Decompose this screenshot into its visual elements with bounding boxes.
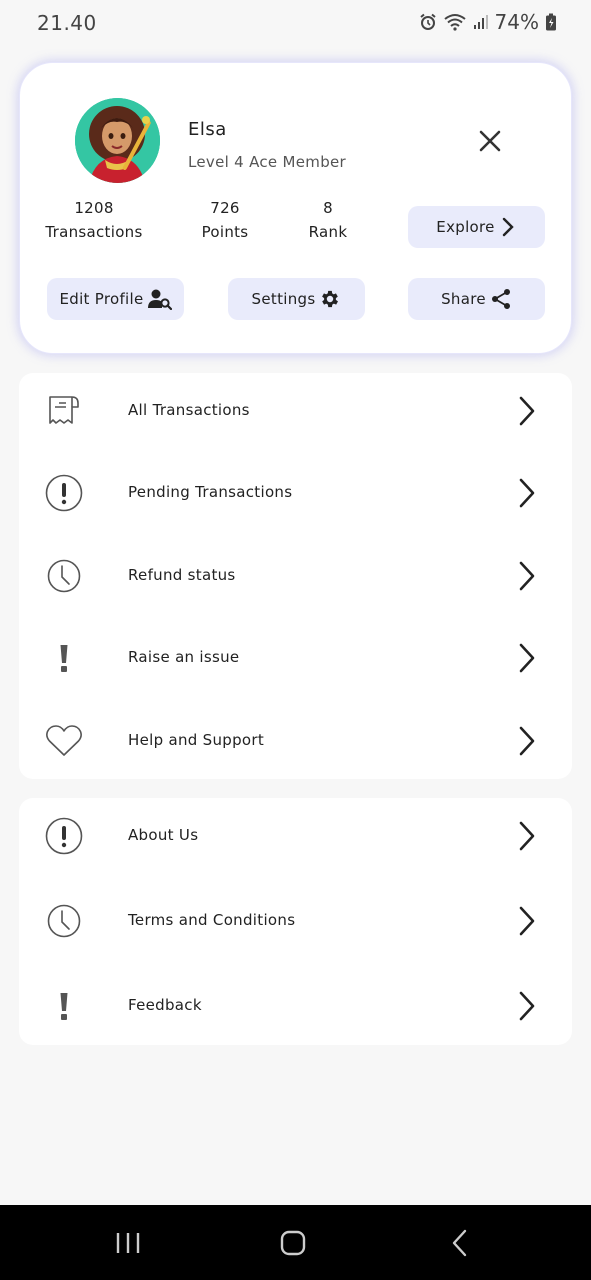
edit-profile-label: Edit Profile	[59, 290, 144, 308]
menu-item-feedback[interactable]: Feedback	[19, 970, 572, 1040]
recent-apps-icon	[116, 1233, 140, 1253]
stat-value: 8	[323, 199, 333, 217]
status-bar: 21.40 74%	[0, 0, 591, 48]
alarm-icon	[419, 13, 437, 31]
stat-transactions: 1208 Transactions	[42, 199, 146, 241]
menu-secondary: About Us Terms and Conditions Feedback	[19, 798, 572, 1045]
explore-label: Explore	[436, 218, 495, 236]
chevron-right-icon	[515, 819, 539, 853]
back-icon	[452, 1229, 467, 1257]
menu-item-label: Pending Transactions	[128, 483, 293, 501]
alert-circle-icon	[45, 817, 83, 855]
chevron-right-icon	[515, 904, 539, 938]
stat-label: Transactions	[45, 223, 143, 241]
close-icon	[479, 130, 501, 152]
menu-item-label: Feedback	[128, 996, 202, 1014]
exclamation-icon	[45, 987, 83, 1025]
clock-icon	[45, 902, 83, 940]
menu-item-refund-status[interactable]: Refund status	[19, 540, 572, 610]
explore-button[interactable]: Explore	[408, 206, 545, 248]
stat-value: 726	[210, 199, 240, 217]
menu-item-label: Refund status	[128, 566, 236, 584]
menu-item-pending-transactions[interactable]: Pending Transactions	[19, 457, 572, 527]
stat-points: 726 Points	[190, 199, 260, 241]
system-nav-bar	[0, 1205, 591, 1280]
chevron-right-icon	[515, 989, 539, 1023]
back-button[interactable]	[440, 1225, 480, 1261]
exclamation-icon	[45, 639, 83, 677]
stat-label: Points	[201, 223, 249, 241]
battery-icon	[545, 13, 557, 31]
edit-profile-button[interactable]: Edit Profile	[47, 278, 184, 320]
status-time: 21.40	[37, 11, 97, 35]
profile-card: Elsa Level 4 Ace Member 1208 Transaction…	[19, 62, 572, 354]
menu-item-help-support[interactable]: Help and Support	[19, 705, 572, 775]
chevron-right-icon	[515, 641, 539, 675]
recent-apps-button[interactable]	[108, 1225, 148, 1261]
user-name: Elsa	[188, 119, 227, 140]
menu-item-all-transactions[interactable]: All Transactions	[19, 375, 572, 445]
menu-primary: All Transactions Pending Transactions Re…	[19, 373, 572, 779]
gear-icon	[322, 290, 339, 308]
settings-button[interactable]: Settings	[228, 278, 365, 320]
chevron-right-icon	[515, 394, 539, 428]
wifi-icon	[443, 13, 467, 31]
chevron-right-icon	[502, 217, 514, 237]
user-search-icon	[147, 289, 172, 310]
share-button[interactable]: Share	[408, 278, 545, 320]
menu-item-label: Help and Support	[128, 731, 265, 749]
menu-item-label: About Us	[128, 826, 199, 844]
menu-item-label: Raise an issue	[128, 648, 240, 666]
stat-rank: 8 Rank	[300, 199, 356, 241]
battery-percent: 74%	[494, 10, 539, 34]
home-icon	[280, 1230, 306, 1256]
signal-icon	[473, 14, 489, 30]
avatar[interactable]	[75, 98, 160, 183]
close-button[interactable]	[472, 123, 508, 159]
share-icon	[491, 289, 510, 309]
chevron-right-icon	[515, 559, 539, 593]
stat-value: 1208	[74, 199, 114, 217]
share-label: Share	[441, 290, 486, 308]
stat-label: Rank	[308, 223, 348, 241]
menu-item-label: All Transactions	[128, 401, 250, 419]
receipt-icon	[45, 392, 83, 430]
alert-circle-icon	[45, 474, 83, 512]
clock-icon	[45, 557, 83, 595]
home-button[interactable]	[273, 1225, 313, 1261]
status-icons: 74%	[419, 10, 557, 34]
menu-item-terms-conditions[interactable]: Terms and Conditions	[19, 885, 572, 955]
settings-label: Settings	[251, 290, 316, 308]
user-level: Level 4 Ace Member	[188, 153, 347, 171]
chevron-right-icon	[515, 476, 539, 510]
chevron-right-icon	[515, 724, 539, 758]
menu-item-about-us[interactable]: About Us	[19, 800, 572, 870]
menu-item-label: Terms and Conditions	[128, 911, 296, 929]
heart-icon	[45, 722, 83, 760]
menu-item-raise-issue[interactable]: Raise an issue	[19, 622, 572, 692]
